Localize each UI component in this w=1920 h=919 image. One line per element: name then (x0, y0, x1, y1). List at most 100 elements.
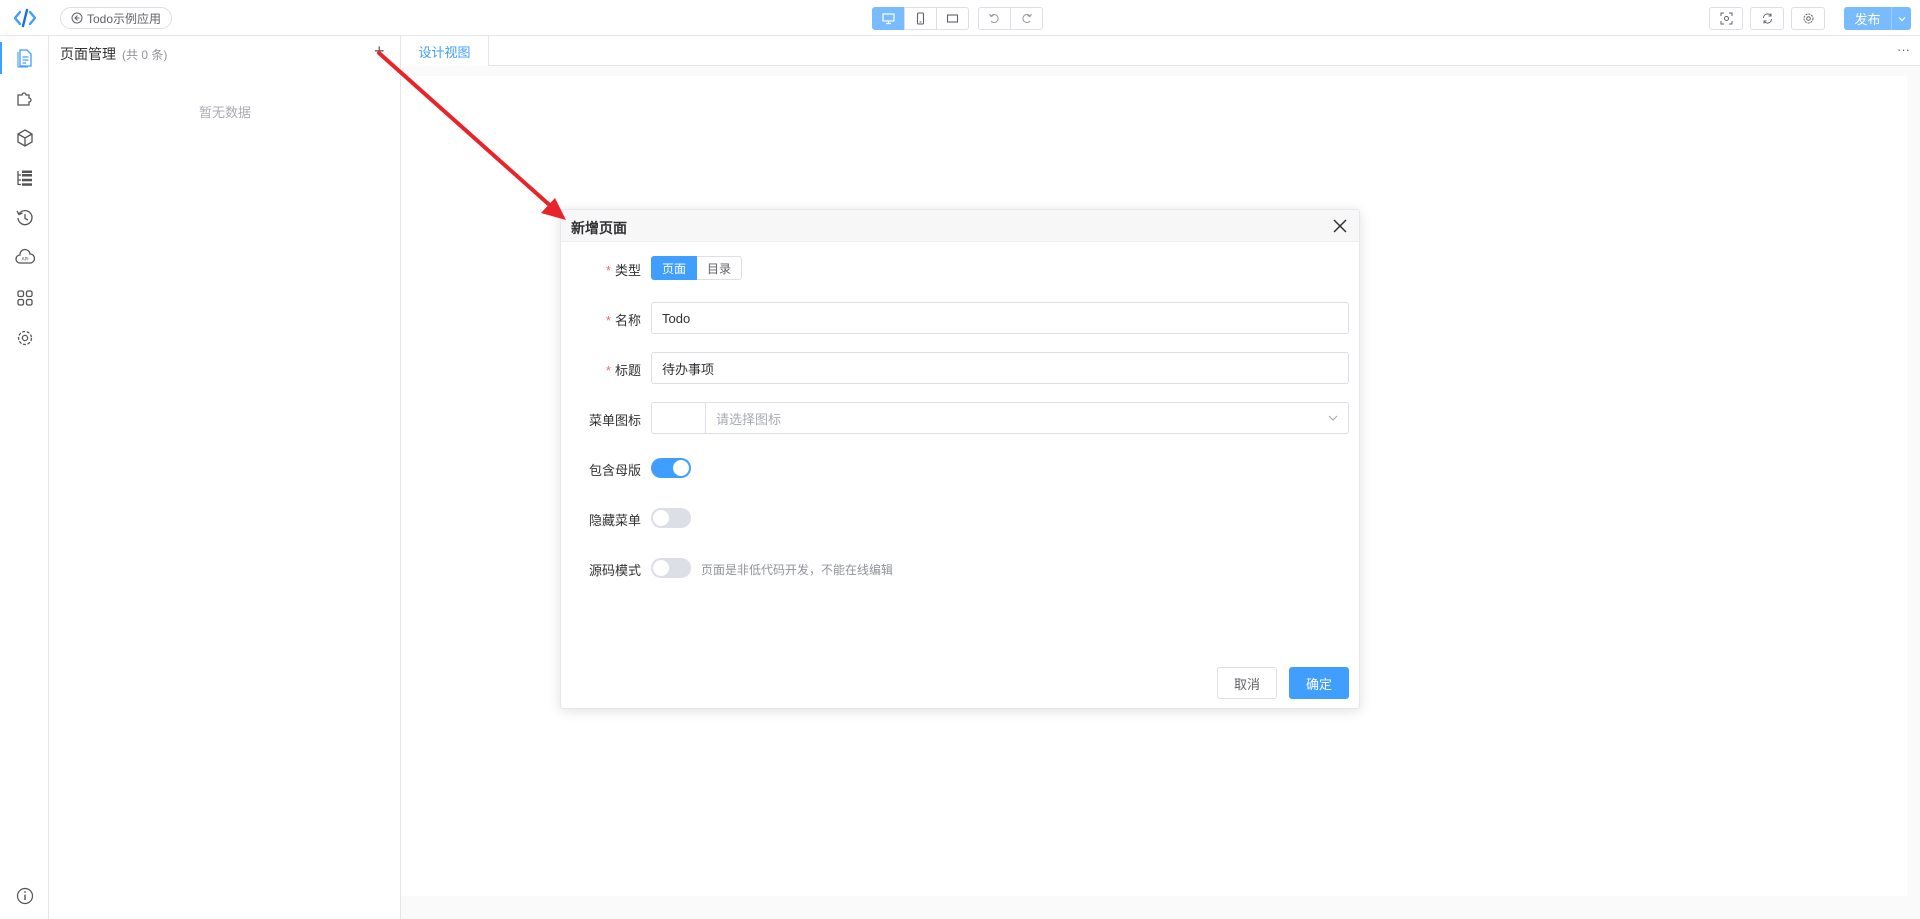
confirm-button[interactable]: 确定 (1289, 667, 1349, 699)
focus-icon (1720, 12, 1732, 25)
publish-dropdown-button[interactable] (1891, 7, 1911, 30)
publish-button[interactable]: 发布 (1844, 7, 1891, 30)
empty-placeholder: 暂无数据 (198, 105, 251, 120)
app-root: Todo示例应用 发布 API 页面管理 (共 0 条) + 暂无数据 设计视图… (0, 0, 1920, 919)
cloud-api-icon: API (14, 248, 35, 264)
name-input[interactable]: Todo (651, 302, 1349, 334)
tablet-view-button[interactable] (936, 7, 969, 30)
switch-knob (673, 460, 689, 476)
device-switcher (872, 7, 969, 30)
monitor-icon (882, 13, 895, 25)
phone-icon (916, 12, 925, 25)
select-caret (1318, 403, 1348, 433)
rail-pages[interactable] (0, 38, 49, 78)
include-master-row: 包含母版 (561, 452, 1361, 484)
name-label-text: 名称 (614, 313, 641, 328)
grid-apps-icon (16, 290, 33, 306)
chevron-down-icon (1898, 16, 1905, 21)
left-icon-rail: API (0, 36, 49, 919)
design-tabs: 设计视图 ··· (401, 36, 1920, 66)
rail-settings[interactable] (0, 318, 49, 358)
required-mark: * (605, 313, 611, 328)
include-master-label: 包含母版 (588, 463, 641, 478)
type-row: * 类型 页面 目录 (561, 252, 1361, 284)
tablet-icon (946, 14, 959, 23)
rail-apps[interactable] (0, 278, 49, 318)
required-mark: * (605, 363, 611, 378)
rail-history[interactable] (0, 198, 49, 238)
gear-icon (1803, 13, 1813, 24)
dialog-title: 新增页面 (571, 220, 627, 236)
cancel-button[interactable]: 取消 (1217, 667, 1277, 699)
new-page-dialog: 新增页面 *类型 页面 目录 *名称 Todo *标题 待办事项 菜单图标 (560, 209, 1360, 709)
icon-preview (652, 403, 706, 433)
desktop-view-button[interactable] (872, 7, 905, 30)
close-icon[interactable] (1331, 217, 1349, 235)
required-mark: * (605, 263, 611, 278)
rail-outline[interactable] (0, 158, 49, 198)
title-label: * 标题 (561, 360, 641, 379)
cube-icon (16, 129, 33, 147)
switch-knob (653, 510, 669, 526)
name-label: * 名称 (561, 310, 641, 329)
info-icon (16, 887, 33, 905)
hide-menu-row: 隐藏菜单 (561, 502, 1361, 534)
source-mode-label: 源码模式 (588, 563, 641, 578)
panel-title: 页面管理 (共 0 条) (60, 44, 167, 64)
code-logo-icon[interactable] (13, 8, 37, 28)
page-count: (共 0 条) (122, 48, 168, 62)
refresh-button[interactable] (1750, 7, 1784, 30)
tab-design-view[interactable]: 设计视图 (401, 36, 489, 66)
page-manager-panel: 页面管理 (共 0 条) + 暂无数据 (49, 36, 401, 919)
rail-components[interactable] (0, 78, 49, 118)
undo-icon (989, 13, 999, 23)
hide-menu-label: 隐藏菜单 (588, 513, 641, 528)
rail-about[interactable] (0, 876, 49, 916)
switch-knob (653, 560, 669, 576)
settings-button[interactable] (1791, 7, 1825, 30)
title-row: * 标题 待办事项 (561, 352, 1361, 384)
chevron-down-icon (1328, 415, 1338, 421)
more-menu-button[interactable]: ··· (1897, 42, 1910, 57)
rail-blocks[interactable] (0, 118, 49, 158)
refresh-icon (1762, 13, 1772, 24)
name-row: * 名称 Todo (561, 302, 1361, 334)
back-circle-icon (71, 12, 83, 24)
panel-title-text: 页面管理 (60, 46, 116, 62)
history-icon (15, 210, 33, 226)
gear-icon (17, 330, 32, 346)
menu-icon-label: 菜单图标 (588, 413, 641, 428)
tree-list-icon (16, 170, 32, 186)
title-input[interactable]: 待办事项 (651, 352, 1349, 384)
source-mode-hint: 页面是非低代码开发，不能在线编辑 (701, 563, 894, 577)
publish-split-button: 发布 (1844, 7, 1911, 30)
add-page-button[interactable]: + (374, 42, 385, 60)
source-mode-switch[interactable] (651, 558, 691, 578)
type-label-text: 类型 (614, 263, 641, 278)
rail-api[interactable]: API (0, 238, 49, 278)
type-segmented-control: 页面 目录 (651, 256, 743, 280)
svg-text:API: API (21, 257, 28, 263)
mobile-view-button[interactable] (904, 7, 937, 30)
dialog-header: 新增页面 (561, 210, 1359, 242)
type-option-directory[interactable]: 目录 (697, 256, 743, 280)
redo-button[interactable] (1010, 7, 1043, 30)
type-label: * 类型 (561, 260, 641, 279)
redo-icon (1022, 13, 1032, 23)
inspect-button[interactable] (1709, 7, 1743, 30)
undo-button[interactable] (978, 7, 1011, 30)
history-buttons (978, 7, 1043, 30)
menu-icon-row: 菜单图标 请选择图标 (561, 402, 1361, 434)
top-toolbar: Todo示例应用 发布 (0, 0, 1920, 36)
menu-icon-select[interactable]: 请选择图标 (651, 402, 1349, 434)
puzzle-icon (16, 92, 32, 106)
app-name: Todo示例应用 (87, 11, 162, 26)
page-document-icon (16, 49, 32, 68)
source-mode-row: 源码模式 页面是非低代码开发，不能在线编辑 (561, 552, 1361, 584)
title-label-text: 标题 (614, 363, 641, 378)
hide-menu-switch[interactable] (651, 508, 691, 528)
menu-icon-placeholder: 请选择图标 (716, 411, 782, 427)
app-switcher-button[interactable]: Todo示例应用 (60, 7, 173, 29)
type-option-page[interactable]: 页面 (651, 256, 698, 280)
include-master-switch[interactable] (651, 458, 691, 478)
